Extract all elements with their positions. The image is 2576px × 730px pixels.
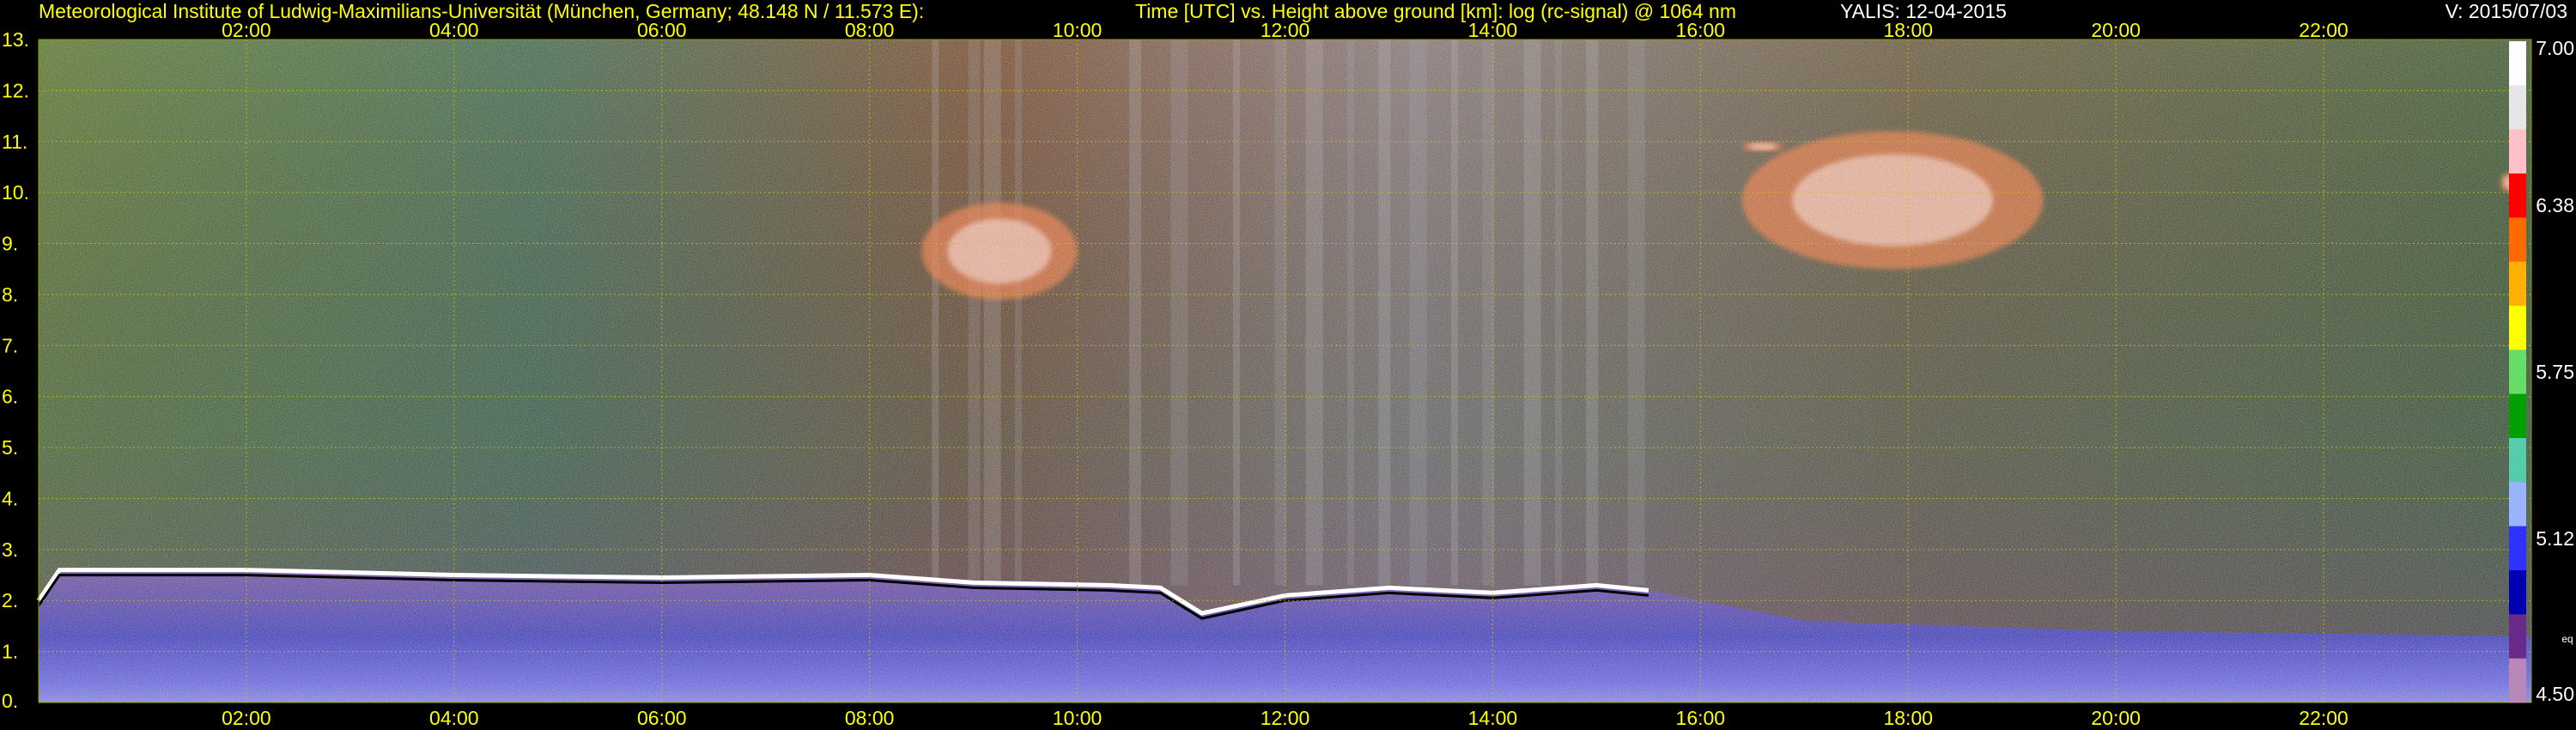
x-tick-label-bottom: 06:00: [637, 707, 687, 729]
colorbar-label: 7.00: [2536, 37, 2574, 59]
y-tick-label: 11.: [2, 131, 27, 153]
x-tick-label-bottom: 14:00: [1468, 707, 1518, 729]
y-tick-label: 5.: [2, 436, 18, 459]
x-tick-label-bottom: 08:00: [845, 707, 895, 729]
colorbar-swatch: [2509, 41, 2526, 86]
colorbar-label: 4.50: [2536, 683, 2574, 705]
colorbar-swatch: [2509, 393, 2526, 439]
colorbar-swatch: [2509, 85, 2526, 131]
x-tick-label-bottom: 18:00: [1883, 707, 1933, 729]
colorbar-unit: eq: [2561, 633, 2573, 645]
x-tick-label-bottom: 20:00: [2091, 707, 2141, 729]
colorbar-swatch: [2509, 217, 2526, 263]
x-tick-label-top: 16:00: [1676, 19, 1726, 41]
version-label: V: 2015/07/03: [2445, 0, 2567, 22]
y-tick-label: 10.: [2, 181, 29, 204]
y-tick-label: 9.: [2, 233, 18, 255]
y-tick-label: 6.: [2, 386, 18, 408]
colorbar-swatch: [2509, 306, 2526, 350]
colorbar-swatch: [2509, 658, 2526, 703]
x-tick-label-top: 02:00: [222, 19, 271, 41]
y-axis: 0. 1. 2. 3. 4. 5. 6. 7. 8. 9. 10. 11. 12. 13.: [2, 28, 29, 712]
x-axis-bottom: 02:00 04:00 06:00 08:00 10:00 12:00 14:00 16:00…: [222, 707, 2348, 729]
y-tick-label: 12.: [2, 79, 29, 101]
institute-label: Meteorological Institute of Ludwig-Maxim…: [39, 0, 924, 22]
colorbar-swatch: [2509, 350, 2526, 395]
x-tick-label-top: 08:00: [845, 19, 895, 41]
colorbar: 7.00 6.38 5.75 5.12 4.50 eq: [2509, 37, 2574, 705]
x-tick-label-top: 04:00: [429, 19, 479, 41]
y-tick-label: 1.: [2, 641, 18, 663]
colorbar-swatch: [2509, 173, 2526, 218]
colorbar-label: 6.38: [2536, 194, 2574, 216]
y-tick-label: 13.: [2, 28, 29, 51]
x-tick-label-top: 06:00: [637, 19, 687, 41]
x-tick-label-bottom: 10:00: [1053, 707, 1103, 729]
y-tick-label: 0.: [2, 690, 18, 712]
colorbar-swatch: [2509, 526, 2526, 571]
colorbar-swatch: [2509, 570, 2526, 615]
x-tick-label-top: 20:00: [2091, 19, 2141, 41]
colorbar-swatch: [2509, 438, 2526, 483]
colorbar-label: 5.75: [2536, 361, 2574, 383]
y-tick-label: 3.: [2, 538, 18, 561]
plot-area: [36, 39, 2532, 703]
colorbar-swatch: [2509, 614, 2526, 660]
x-tick-label-bottom: 16:00: [1676, 707, 1726, 729]
y-tick-label: 8.: [2, 283, 18, 306]
lidar-quicklook-chart: Meteorological Institute of Ludwig-Maxim…: [2, 0, 2574, 729]
x-tick-label-bottom: 02:00: [222, 707, 271, 729]
x-tick-label-bottom: 12:00: [1261, 707, 1310, 729]
x-tick-label-top: 22:00: [2299, 19, 2348, 41]
y-tick-label: 4.: [2, 487, 18, 509]
x-tick-label-bottom: 04:00: [429, 707, 479, 729]
colorbar-swatch: [2509, 261, 2526, 307]
plot-description: Time [UTC] vs. Height above ground [km]:…: [1135, 0, 1736, 22]
colorbar-label: 5.12: [2536, 527, 2574, 550]
x-tick-label-top: 10:00: [1053, 19, 1103, 41]
x-tick-label-top: 14:00: [1468, 19, 1518, 41]
y-tick-label: 7.: [2, 334, 18, 356]
x-tick-label-bottom: 22:00: [2299, 707, 2348, 729]
x-tick-label-top: 18:00: [1883, 19, 1933, 41]
y-tick-label: 2.: [2, 589, 18, 611]
colorbar-swatch: [2509, 129, 2526, 174]
colorbar-swatch: [2509, 482, 2526, 527]
x-tick-label-top: 12:00: [1261, 19, 1310, 41]
